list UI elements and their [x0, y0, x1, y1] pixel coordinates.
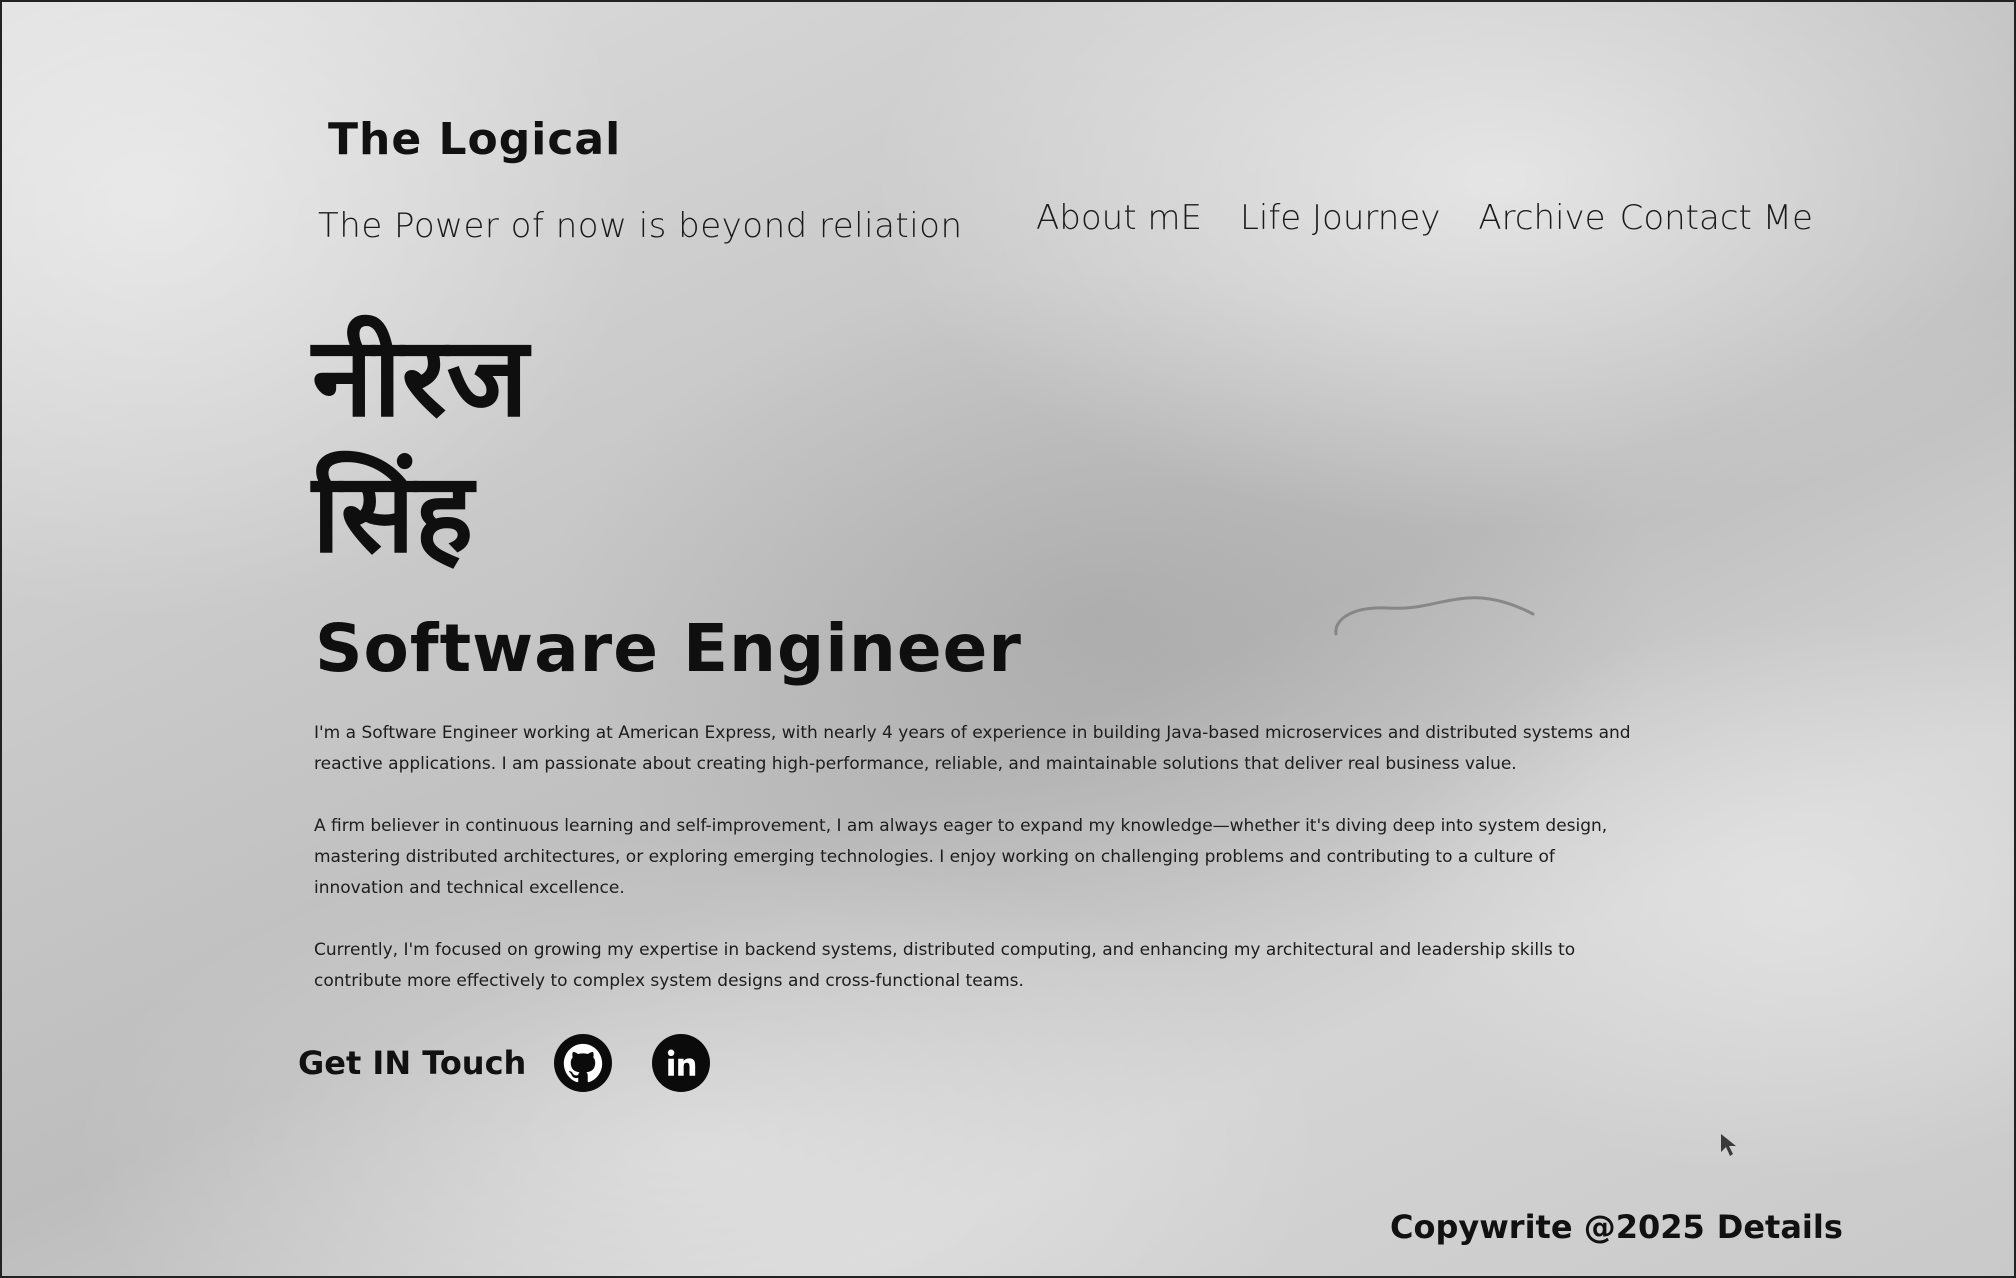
- nav-group: Archive Contact Me: [1478, 198, 1813, 238]
- nav-contact-me[interactable]: Contact Me: [1620, 198, 1813, 238]
- role-title: Software Engineer: [315, 610, 1022, 687]
- nav-about-me[interactable]: About mE: [1036, 198, 1202, 238]
- details-link[interactable]: Details: [1717, 1208, 1843, 1246]
- linkedin-icon[interactable]: [652, 1034, 711, 1092]
- name-hindi-last: सिंह: [312, 449, 474, 577]
- main-nav: About mE Life Journey Archive Contact Me: [1036, 198, 1813, 238]
- cursor-icon: [1721, 1134, 1736, 1156]
- footer: Copywrite @2025 Details: [1390, 1208, 1843, 1246]
- brand-title: The Logical: [328, 114, 622, 165]
- get-in-touch-section: Get IN Touch: [298, 1034, 711, 1092]
- nav-archive[interactable]: Archive: [1478, 198, 1605, 238]
- nav-life-journey[interactable]: Life Journey: [1240, 198, 1440, 238]
- get-in-touch-label: Get IN Touch: [298, 1044, 527, 1082]
- copyright-text: Copywrite @2025: [1390, 1208, 1705, 1246]
- bio-paragraph: Currently, I'm focused on growing my exp…: [314, 940, 1576, 991]
- bio-paragraph: I'm a Software Engineer working at Ameri…: [314, 723, 1631, 774]
- decorative-squiggle: [1334, 596, 1535, 636]
- github-icon[interactable]: [554, 1034, 613, 1092]
- bio-section: I'm a Software Engineer working at Ameri…: [314, 718, 1644, 1028]
- tagline: The Power of now is beyond reliation: [318, 206, 963, 246]
- name-hindi-first: नीरज: [312, 313, 529, 441]
- bio-paragraph: A firm believer in continuous learning a…: [314, 816, 1608, 898]
